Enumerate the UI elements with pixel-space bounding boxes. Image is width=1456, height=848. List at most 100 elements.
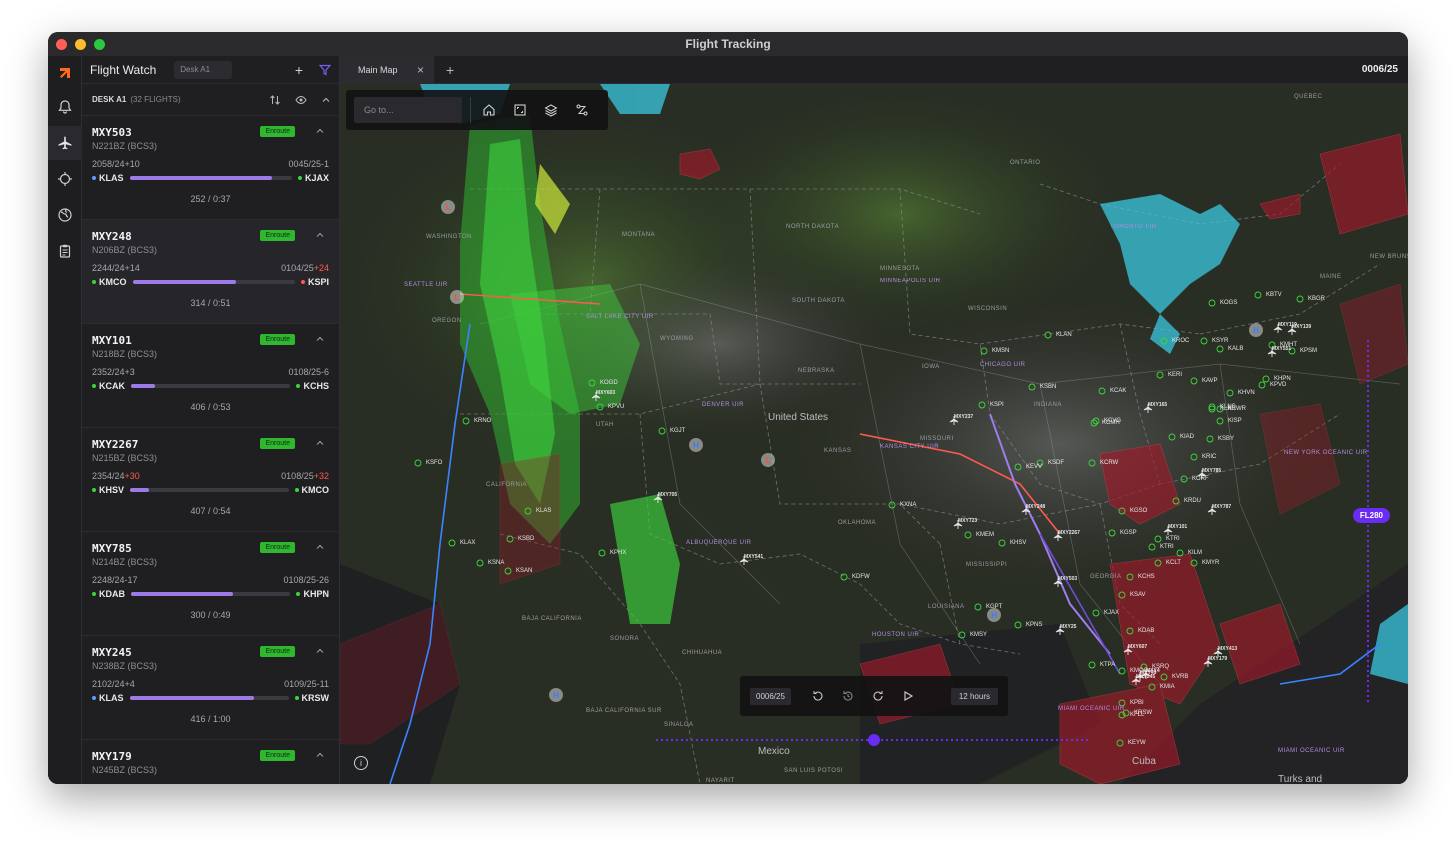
eye-icon[interactable]: [295, 94, 307, 106]
tab-label: Main Map: [358, 65, 398, 75]
flight-times: 2248/24-17 0108/25-26: [92, 575, 329, 585]
region-label-south-dakota: SOUTH DAKOTA: [792, 298, 845, 304]
arrival-delta: +32: [313, 471, 329, 481]
airport-code-label: KTRI: [1160, 544, 1174, 550]
sort-icon[interactable]: [269, 94, 281, 106]
flight-card[interactable]: MXY785 N214BZ (BCS3) Enroute 2248/24-17 …: [82, 532, 339, 636]
layers-button[interactable]: [538, 97, 564, 123]
flight-card[interactable]: MXY503 N221BZ (BCS3) Enroute 2058/24+10 …: [82, 116, 339, 220]
aircraft-label: MXY179: [1208, 656, 1228, 662]
fit-bounds-button[interactable]: [507, 97, 533, 123]
airport-code-label: KLAN: [1056, 332, 1072, 338]
app-name: Flight Watch: [90, 62, 157, 77]
flight-distance-eta: 406 / 0:53: [190, 402, 231, 412]
filter-icon[interactable]: [319, 64, 331, 76]
chevron-up-icon[interactable]: [321, 95, 331, 105]
origin-airport: KDAB: [99, 589, 125, 599]
timeline-handle[interactable]: [868, 734, 880, 746]
airport-code-label: KGSO: [1130, 508, 1148, 514]
flight-card[interactable]: MXY248 N206BZ (BCS3) Enroute 2244/24+14 …: [82, 220, 339, 324]
high-pressure-marker: H: [693, 441, 699, 450]
close-window-button[interactable]: [56, 39, 67, 50]
origin-airport: KCAK: [99, 381, 125, 391]
destination-airport: KJAX: [304, 173, 329, 183]
map-view[interactable]: L L L H H H H United States Mexico Cuba Tur…: [340, 84, 1408, 784]
airport-code-label: KRIC: [1202, 454, 1217, 460]
airport-code-label: KSNA: [488, 560, 505, 566]
tab-main-map[interactable]: Main Map ×: [340, 56, 434, 84]
flight-times: 2352/24+3 0108/25-6: [92, 367, 329, 377]
collapse-card-button[interactable]: [315, 750, 325, 762]
airport-code-label: KOGS: [1220, 300, 1238, 306]
window-controls: [56, 39, 105, 50]
add-desk-button[interactable]: +: [295, 63, 303, 77]
forward-10-button[interactable]: [863, 683, 893, 709]
progress-bar: [129, 696, 289, 700]
airport-code-label: KSPI: [990, 402, 1004, 408]
collapse-card-button[interactable]: [315, 126, 325, 138]
nav-clipboard[interactable]: [48, 234, 82, 268]
add-tab-button[interactable]: +: [446, 62, 454, 78]
desk-flight-count: (32 FLIGHTS): [130, 95, 181, 104]
airport-code-label: KSFO: [426, 460, 443, 466]
aircraft-label: MXY787: [1212, 504, 1232, 510]
origin-dot: [92, 384, 96, 388]
rewind-10-button[interactable]: [803, 683, 833, 709]
rewind-10-icon: [813, 691, 823, 701]
flight-card[interactable]: MXY101 N218BZ (BCS3) Enroute 2352/24+3 0…: [82, 324, 339, 428]
flight-list: MXY503 N221BZ (BCS3) Enroute 2058/24+10 …: [82, 116, 339, 784]
collapse-card-button[interactable]: [315, 542, 325, 554]
nav-flights[interactable]: [48, 126, 82, 160]
route-tool-button[interactable]: [569, 97, 595, 123]
airport-code-label: KPBI: [1130, 700, 1144, 706]
country-label: Cuba: [1132, 756, 1156, 767]
airport-code-label: KGSP: [1120, 530, 1137, 536]
app-window: Flight Tracking Flight Watch Desk A1 + D…: [48, 32, 1408, 784]
collapse-card-button[interactable]: [315, 438, 325, 450]
nav-tracking[interactable]: [48, 162, 82, 196]
airport-code-label: KCRW: [1100, 460, 1119, 466]
desk-search-input[interactable]: Desk A1: [174, 60, 233, 79]
progress-bar: [130, 488, 289, 492]
collapse-card-button[interactable]: [315, 646, 325, 658]
origin-airport: KMCO: [99, 277, 127, 287]
info-icon[interactable]: i: [354, 756, 368, 770]
nav-notifications[interactable]: [48, 90, 82, 124]
aircraft-label: MXY785: [1202, 468, 1222, 474]
flight-card[interactable]: MXY2267 N215BZ (BCS3) Enroute 2354/24+30…: [82, 428, 339, 532]
timeline-range-select[interactable]: 12 hours: [950, 687, 998, 705]
flight-times: 2102/24+4 0109/25-11: [92, 679, 329, 689]
close-tab-icon[interactable]: ×: [417, 63, 424, 77]
departure-time: 2244/24: [92, 263, 125, 273]
flight-tail: N221BZ (BCS3): [92, 141, 158, 151]
status-badge: Enroute: [260, 750, 295, 761]
flight-level-badge[interactable]: FL280: [1352, 508, 1390, 523]
play-button[interactable]: [893, 683, 923, 709]
maximize-window-button[interactable]: [94, 39, 105, 50]
home-button[interactable]: [476, 97, 502, 123]
home-icon: [483, 104, 495, 116]
airport-code-label: KTPA: [1100, 662, 1116, 668]
flight-card[interactable]: MXY245 N238BZ (BCS3) Enroute 2102/24+4 0…: [82, 636, 339, 740]
flight-card[interactable]: MXY179 N245BZ (BCS3) Enroute: [82, 740, 339, 784]
airport-code-label: KHSV: [1010, 540, 1027, 546]
arrival-time: 0109/25: [284, 679, 317, 689]
reset-time-button[interactable]: [833, 683, 863, 709]
collapse-card-button[interactable]: [315, 230, 325, 242]
region-label-maine: MAINE: [1320, 274, 1342, 280]
minimize-window-button[interactable]: [75, 39, 86, 50]
nav-globe[interactable]: [48, 198, 82, 232]
goto-search-input[interactable]: Go to...: [354, 97, 462, 123]
desk-actions: [269, 94, 331, 106]
dest-dot: [297, 176, 302, 180]
collapse-card-button[interactable]: [315, 334, 325, 346]
airport-code-label: KCAK: [1110, 388, 1127, 394]
airport-code-label: KTRI: [1166, 536, 1180, 542]
region-label-sinaloa: SINALOA: [664, 722, 694, 728]
flight-tail: N215BZ (BCS3): [92, 453, 158, 463]
departure-time: 2248/24: [92, 575, 125, 585]
aircraft-label: MXY603: [596, 390, 616, 396]
chevron-up-icon: [316, 544, 324, 549]
airport-code-label: KGPT: [986, 604, 1003, 610]
region-label-indiana: INDIANA: [1034, 402, 1062, 408]
